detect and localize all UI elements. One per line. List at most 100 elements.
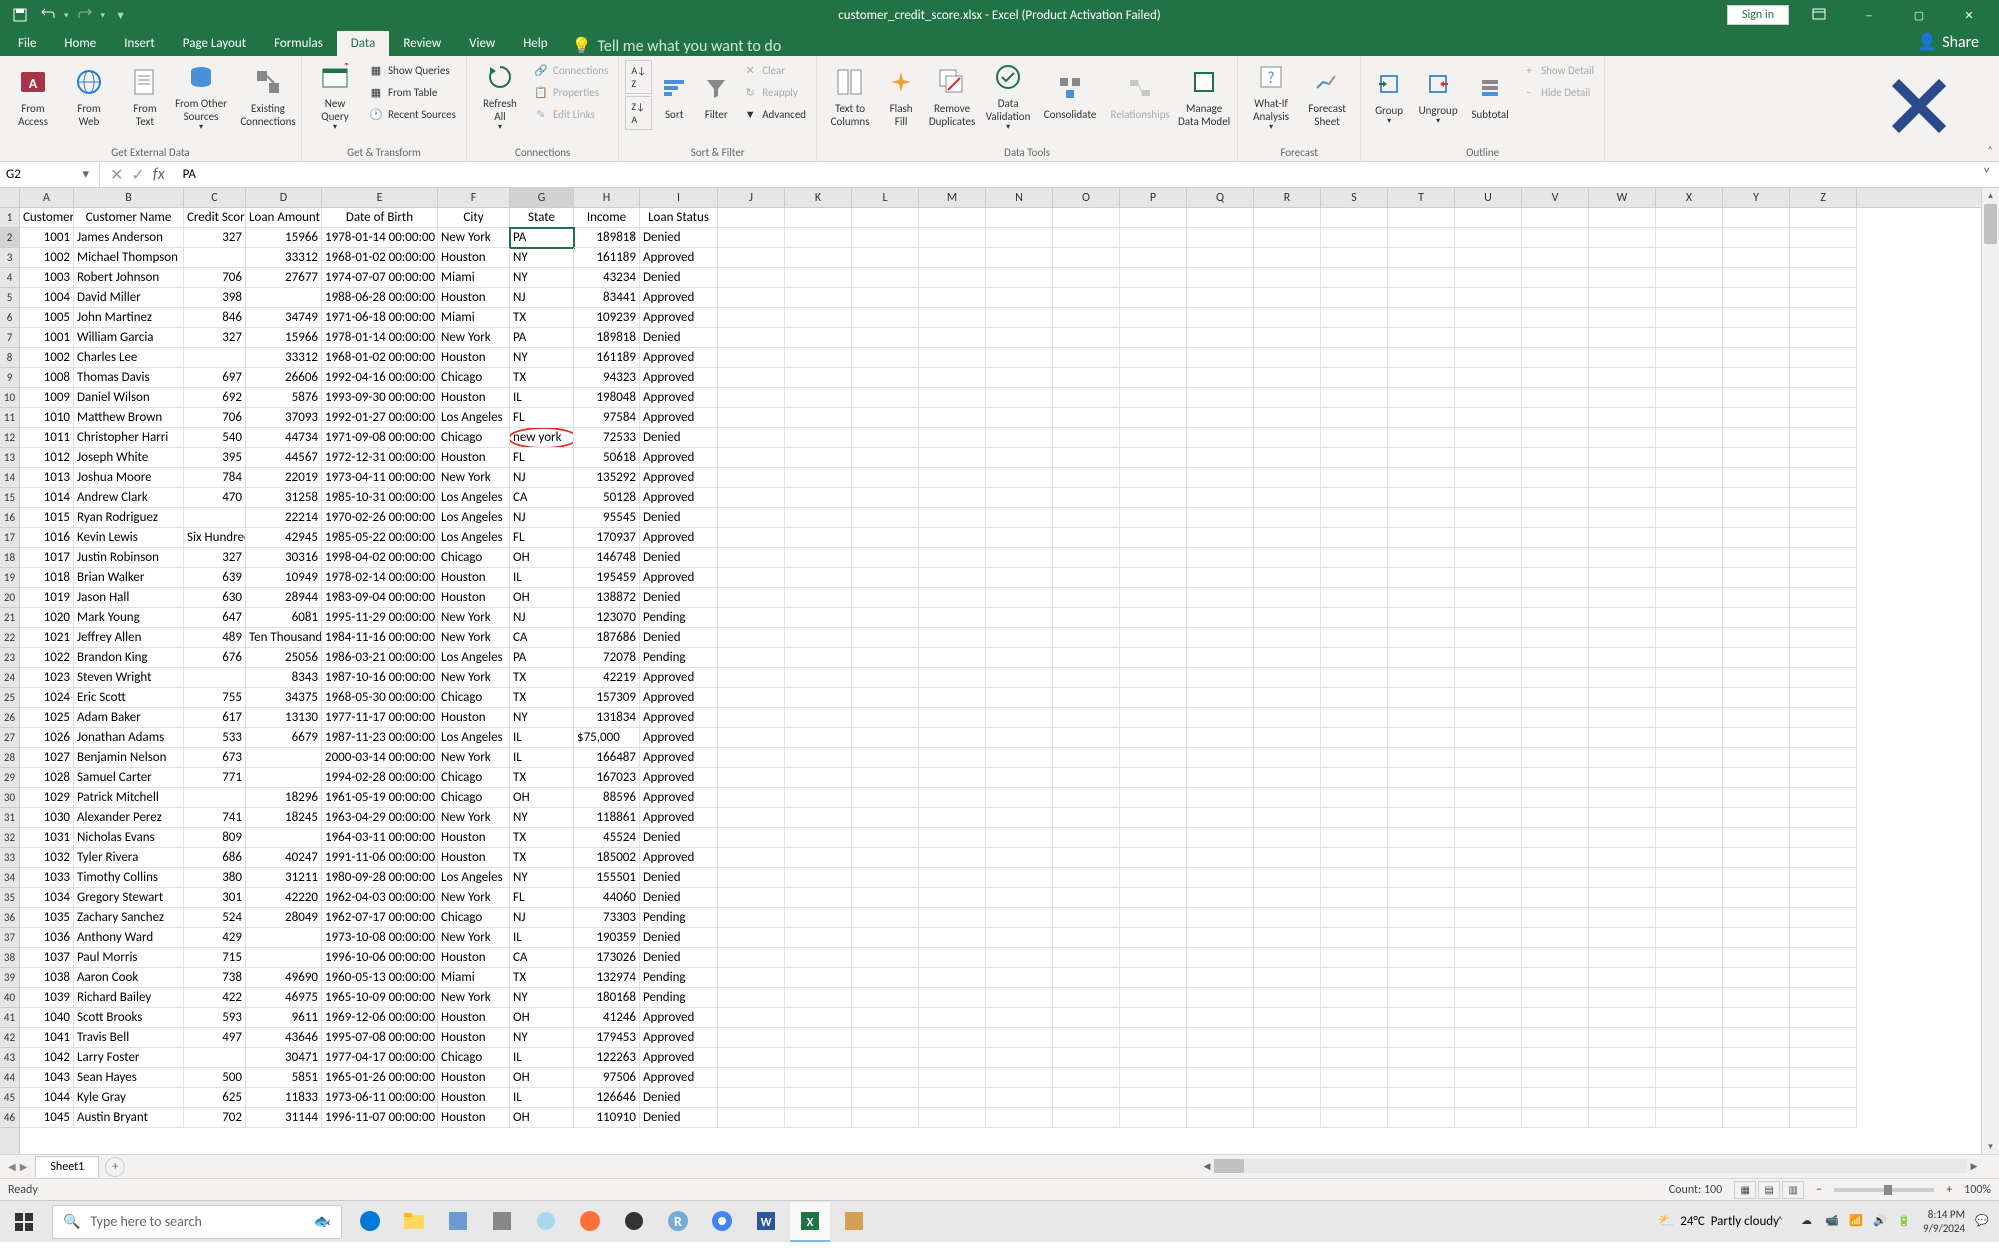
cell-D40[interactable]: 46975 [246,988,322,1008]
cell[interactable] [919,568,986,588]
cell-B43[interactable]: Larry Foster [74,1048,184,1068]
cell[interactable] [1656,448,1723,468]
row-header-9[interactable]: 9 [0,368,19,388]
cell-A39[interactable]: 1038 [20,968,74,988]
cell[interactable] [1455,948,1522,968]
text-to-columns-button[interactable]: Text to Columns [823,60,877,134]
cell[interactable] [718,848,785,868]
cell-B8[interactable]: Charles Lee [74,348,184,368]
cell-C15[interactable]: 470 [184,488,246,508]
cell-E12[interactable]: 1971-09-08 00:00:00 [322,428,438,448]
cell[interactable] [1455,508,1522,528]
cell[interactable] [1790,348,1857,368]
cell[interactable] [1053,468,1120,488]
cell[interactable] [852,308,919,328]
cell[interactable] [718,328,785,348]
cell[interactable] [1053,1108,1120,1128]
cell-I22[interactable]: Denied [640,628,718,648]
row-header-31[interactable]: 31 [0,808,19,828]
cell[interactable] [1388,568,1455,588]
cell-F10[interactable]: Houston [438,388,510,408]
cell[interactable] [1790,488,1857,508]
cell[interactable] [1254,408,1321,428]
cell-I29[interactable]: Approved [640,768,718,788]
cell[interactable] [1254,608,1321,628]
cell-F33[interactable]: Houston [438,848,510,868]
cell[interactable] [1120,1048,1187,1068]
cell-F13[interactable]: Houston [438,448,510,468]
cell[interactable] [1455,208,1522,228]
cell[interactable] [1656,368,1723,388]
cell[interactable] [1187,1068,1254,1088]
cell[interactable] [1455,408,1522,428]
cell[interactable] [1187,608,1254,628]
cell[interactable] [1723,288,1790,308]
cell[interactable] [1455,548,1522,568]
cell[interactable] [1120,328,1187,348]
cell[interactable] [852,288,919,308]
cell[interactable] [1254,908,1321,928]
cell[interactable] [1187,688,1254,708]
cell[interactable] [1321,1028,1388,1048]
cell[interactable] [919,968,986,988]
tab-page-layout[interactable]: Page Layout [169,31,260,56]
cell[interactable] [718,748,785,768]
cell-G25[interactable]: TX [510,688,574,708]
hscroll-left-icon[interactable]: ◀ [1200,1161,1214,1172]
row-header-29[interactable]: 29 [0,768,19,788]
col-header-H[interactable]: H [574,188,640,207]
cell[interactable] [852,608,919,628]
cell[interactable] [1120,308,1187,328]
from-other-sources-button[interactable]: From Other Sources▾ [174,60,228,134]
cell-C42[interactable]: 497 [184,1028,246,1048]
cell[interactable] [1455,668,1522,688]
cell[interactable] [1120,488,1187,508]
cell[interactable] [1723,808,1790,828]
cell[interactable] [1388,228,1455,248]
cell[interactable] [986,828,1053,848]
cell[interactable] [718,208,785,228]
cell[interactable] [785,728,852,748]
tab-view[interactable]: View [455,31,509,56]
cell[interactable] [1254,428,1321,448]
cell[interactable] [919,628,986,648]
tray-battery-icon[interactable]: 🔋 [1897,1214,1913,1230]
cell[interactable] [1187,988,1254,1008]
cell-D15[interactable]: 31258 [246,488,322,508]
cell[interactable] [1656,1068,1723,1088]
cell-H44[interactable]: 97506 [574,1068,640,1088]
word-icon[interactable]: W [746,1202,786,1242]
cell[interactable] [785,1108,852,1128]
cell-H25[interactable]: 157309 [574,688,640,708]
cell[interactable] [1455,268,1522,288]
cell[interactable] [1254,628,1321,648]
cell-F17[interactable]: Los Angeles [438,528,510,548]
cell[interactable] [1656,888,1723,908]
cell-G33[interactable]: TX [510,848,574,868]
col-header-M[interactable]: M [919,188,986,207]
cell[interactable] [1790,368,1857,388]
cell[interactable] [1656,848,1723,868]
cell-F30[interactable]: Chicago [438,788,510,808]
cell-F41[interactable]: Houston [438,1008,510,1028]
cell[interactable] [1522,268,1589,288]
cell-F6[interactable]: Miami [438,308,510,328]
cell-I6[interactable]: Approved [640,308,718,328]
cell[interactable] [1656,328,1723,348]
cell[interactable] [1522,308,1589,328]
cell[interactable] [1053,928,1120,948]
cell[interactable] [852,1068,919,1088]
cell[interactable] [1723,888,1790,908]
cell-H33[interactable]: 185002 [574,848,640,868]
cell[interactable] [1522,328,1589,348]
cell-D4[interactable]: 27677 [246,268,322,288]
cell-H5[interactable]: 83441 [574,288,640,308]
cell[interactable] [1120,768,1187,788]
cell[interactable] [718,768,785,788]
cell[interactable] [1455,428,1522,448]
cell-I30[interactable]: Approved [640,788,718,808]
cell[interactable] [1321,568,1388,588]
cell[interactable] [718,368,785,388]
cell-A40[interactable]: 1039 [20,988,74,1008]
cell[interactable] [852,568,919,588]
